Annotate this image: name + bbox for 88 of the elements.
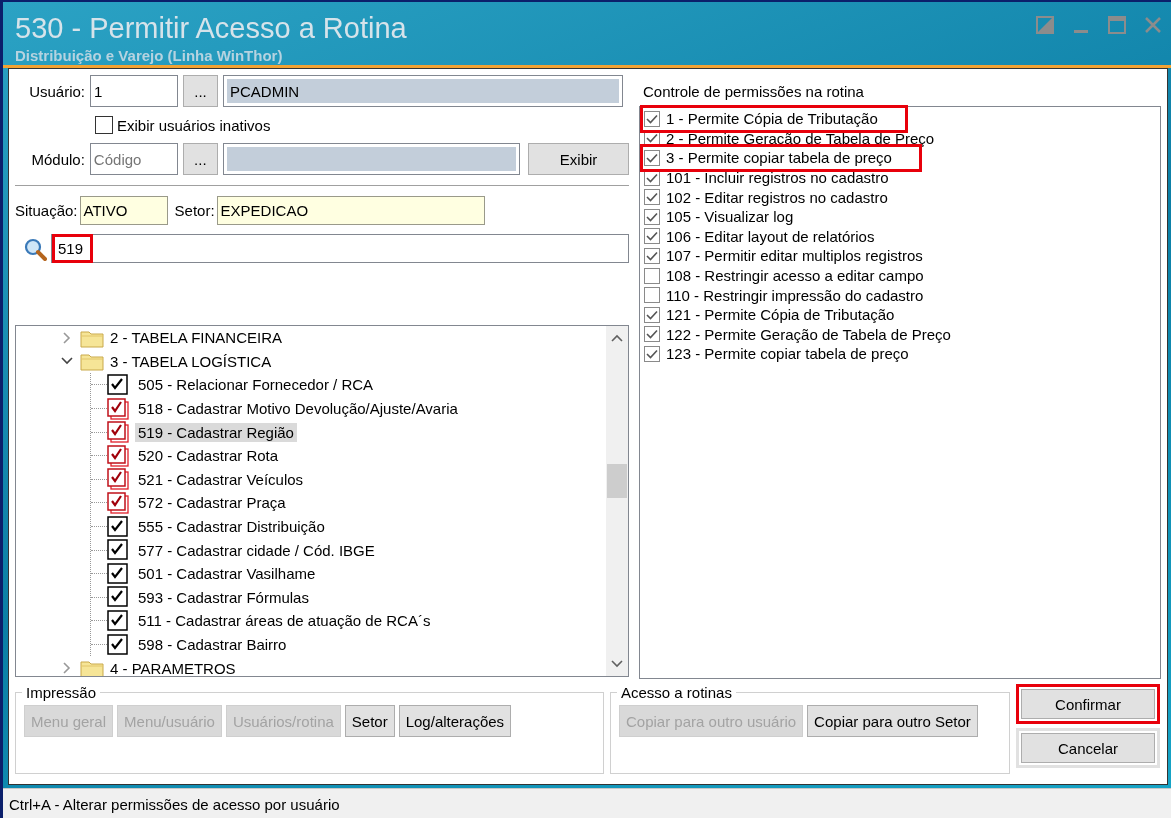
scrollbar-thumb[interactable] [607,464,627,498]
search-field[interactable]: 519 [51,234,629,263]
status-bar: Ctrl+A - Alterar permissões de acesso por usuário [3,788,1171,818]
show-button[interactable]: Exibir [528,143,629,175]
checkbox [644,150,660,166]
field-label: Usuário: [28,82,85,100]
tree-item[interactable]: 511 - Cadastrar áreas de atuação de RCA´s [135,611,434,631]
checkbox [644,345,660,362]
checkbox[interactable] [107,491,129,514]
permission-item[interactable]: 107 - Permitir editar multiplos registros [644,246,927,266]
checkbox[interactable] [107,609,129,632]
checkbox-label: Exibir usuários inativos [117,116,271,134]
permission-item[interactable]: 122 - Permite Geração de Tabela de Preço [644,324,955,345]
section-title: Controle de permissões na rotina [642,82,865,100]
folder-icon [80,351,104,372]
group-title: Acesso a rotinas [620,684,733,701]
checkbox[interactable] [107,586,129,609]
tree-item[interactable]: 572 - Cadastrar Praça [135,493,289,513]
tree-folder[interactable]: 4 - PARAMETROS [110,659,236,676]
tree-item[interactable]: 521 - Cadastrar Veículos [135,469,307,489]
user-code-field[interactable]: 1 [90,75,178,107]
checkbox [644,326,660,343]
checkbox[interactable] [107,562,129,585]
field-label: Setor: [174,201,215,219]
checkbox [644,247,660,264]
tree-item[interactable]: 519 - Cadastrar Região [135,422,297,442]
checkbox[interactable] [107,539,129,562]
action-button[interactable]: Setor [344,705,395,737]
tree-item[interactable]: 518 - Cadastrar Motivo Devolução/Ajuste/Avaria [135,399,461,419]
tree-folder[interactable]: 2 - TABELA FINANCEIRA [110,329,282,347]
sector-field: EXPEDICAO [216,195,485,225]
tree-item[interactable]: 577 - Cadastrar cidade / Cód. IBGE [135,540,378,560]
scrollbar[interactable] [606,326,628,676]
tree-folder[interactable]: 3 - TABELA LOGÍSTICA [110,352,272,370]
checkbox[interactable] [107,374,129,396]
action-button[interactable]: Log/alterações [398,705,512,737]
checkbox[interactable] [107,421,129,444]
tree-item[interactable]: 505 - Relacionar Fornecedor / RCA [135,375,377,395]
module-code-field[interactable]: Código [89,143,178,175]
expand-chevron-icon[interactable] [62,661,72,676]
checkbox [644,267,660,284]
search-icon [23,236,47,261]
folder-icon [80,658,104,676]
checkbox[interactable] [107,633,129,656]
permission-item[interactable]: 2 - Permite Geração de Tabela de Preço [644,128,939,149]
permission-item[interactable]: 1 - Permite Cópia de Tributação [644,109,904,129]
tree-item[interactable]: 501 - Cadastrar Vasilhame [135,564,319,584]
permission-item[interactable]: 106 - Editar layout de relatórios [644,226,879,247]
tree-item[interactable]: 555 - Cadastrar Distribuição [135,517,328,537]
checkbox [644,228,660,245]
window-subtitle: Distribuição e Varejo (Linha WinThor) [15,47,284,64]
checkbox[interactable] [107,515,129,538]
checkbox[interactable] [107,444,129,467]
field-label: Módulo: [30,150,85,168]
checkbox [644,189,660,206]
group-title: Impressão [25,684,98,701]
permission-item[interactable]: 102 - Editar registros no cadastro [644,187,892,207]
situation-field: ATIVO [79,195,168,225]
checkbox[interactable] [107,468,129,491]
tree-item[interactable]: 598 - Cadastrar Bairro [135,635,290,654]
permission-item[interactable]: 105 - Visualizar log [644,206,798,227]
field-label: Situação: [15,201,78,219]
user-name-field[interactable]: PCADMIN [223,75,623,107]
browse-button[interactable]: ... [182,143,218,175]
permission-item[interactable]: 3 - Permite copiar tabela de preço [644,148,918,168]
expand-chevron-icon[interactable] [62,330,72,345]
action-button[interactable]: Cancelar [1016,728,1160,768]
scroll-down-icon [611,660,623,668]
action-button[interactable]: Copiar para outro Setor [807,705,978,737]
scroll-up-icon [611,334,623,342]
tree-item[interactable]: 520 - Cadastrar Rota [135,446,282,466]
permission-item[interactable]: 101 - Incluir registros no cadastro [644,167,893,188]
checkbox [644,287,660,304]
checkbox [644,306,660,323]
checkbox [644,110,660,127]
checkbox [644,208,660,225]
checkbox[interactable] [95,116,113,134]
module-name-field[interactable] [222,143,521,175]
permission-item[interactable]: 121 - Permite Cópia de Tributação [644,304,899,325]
permission-item[interactable]: 123 - Permite copiar tabela de preço [644,344,913,364]
collapse-chevron-icon[interactable] [60,356,74,367]
window-title: 530 - Permitir Acesso a Rotina [15,12,407,44]
browse-button[interactable]: ... [183,75,218,107]
action-button[interactable]: Confirmar [1016,684,1160,724]
permission-item[interactable]: 108 - Restringir acesso a editar campo [644,265,928,286]
checkbox[interactable] [107,397,129,420]
tree-item[interactable]: 593 - Cadastrar Fórmulas [135,587,312,607]
permission-item[interactable]: 110 - Restringir impressão do cadastro [644,285,928,305]
